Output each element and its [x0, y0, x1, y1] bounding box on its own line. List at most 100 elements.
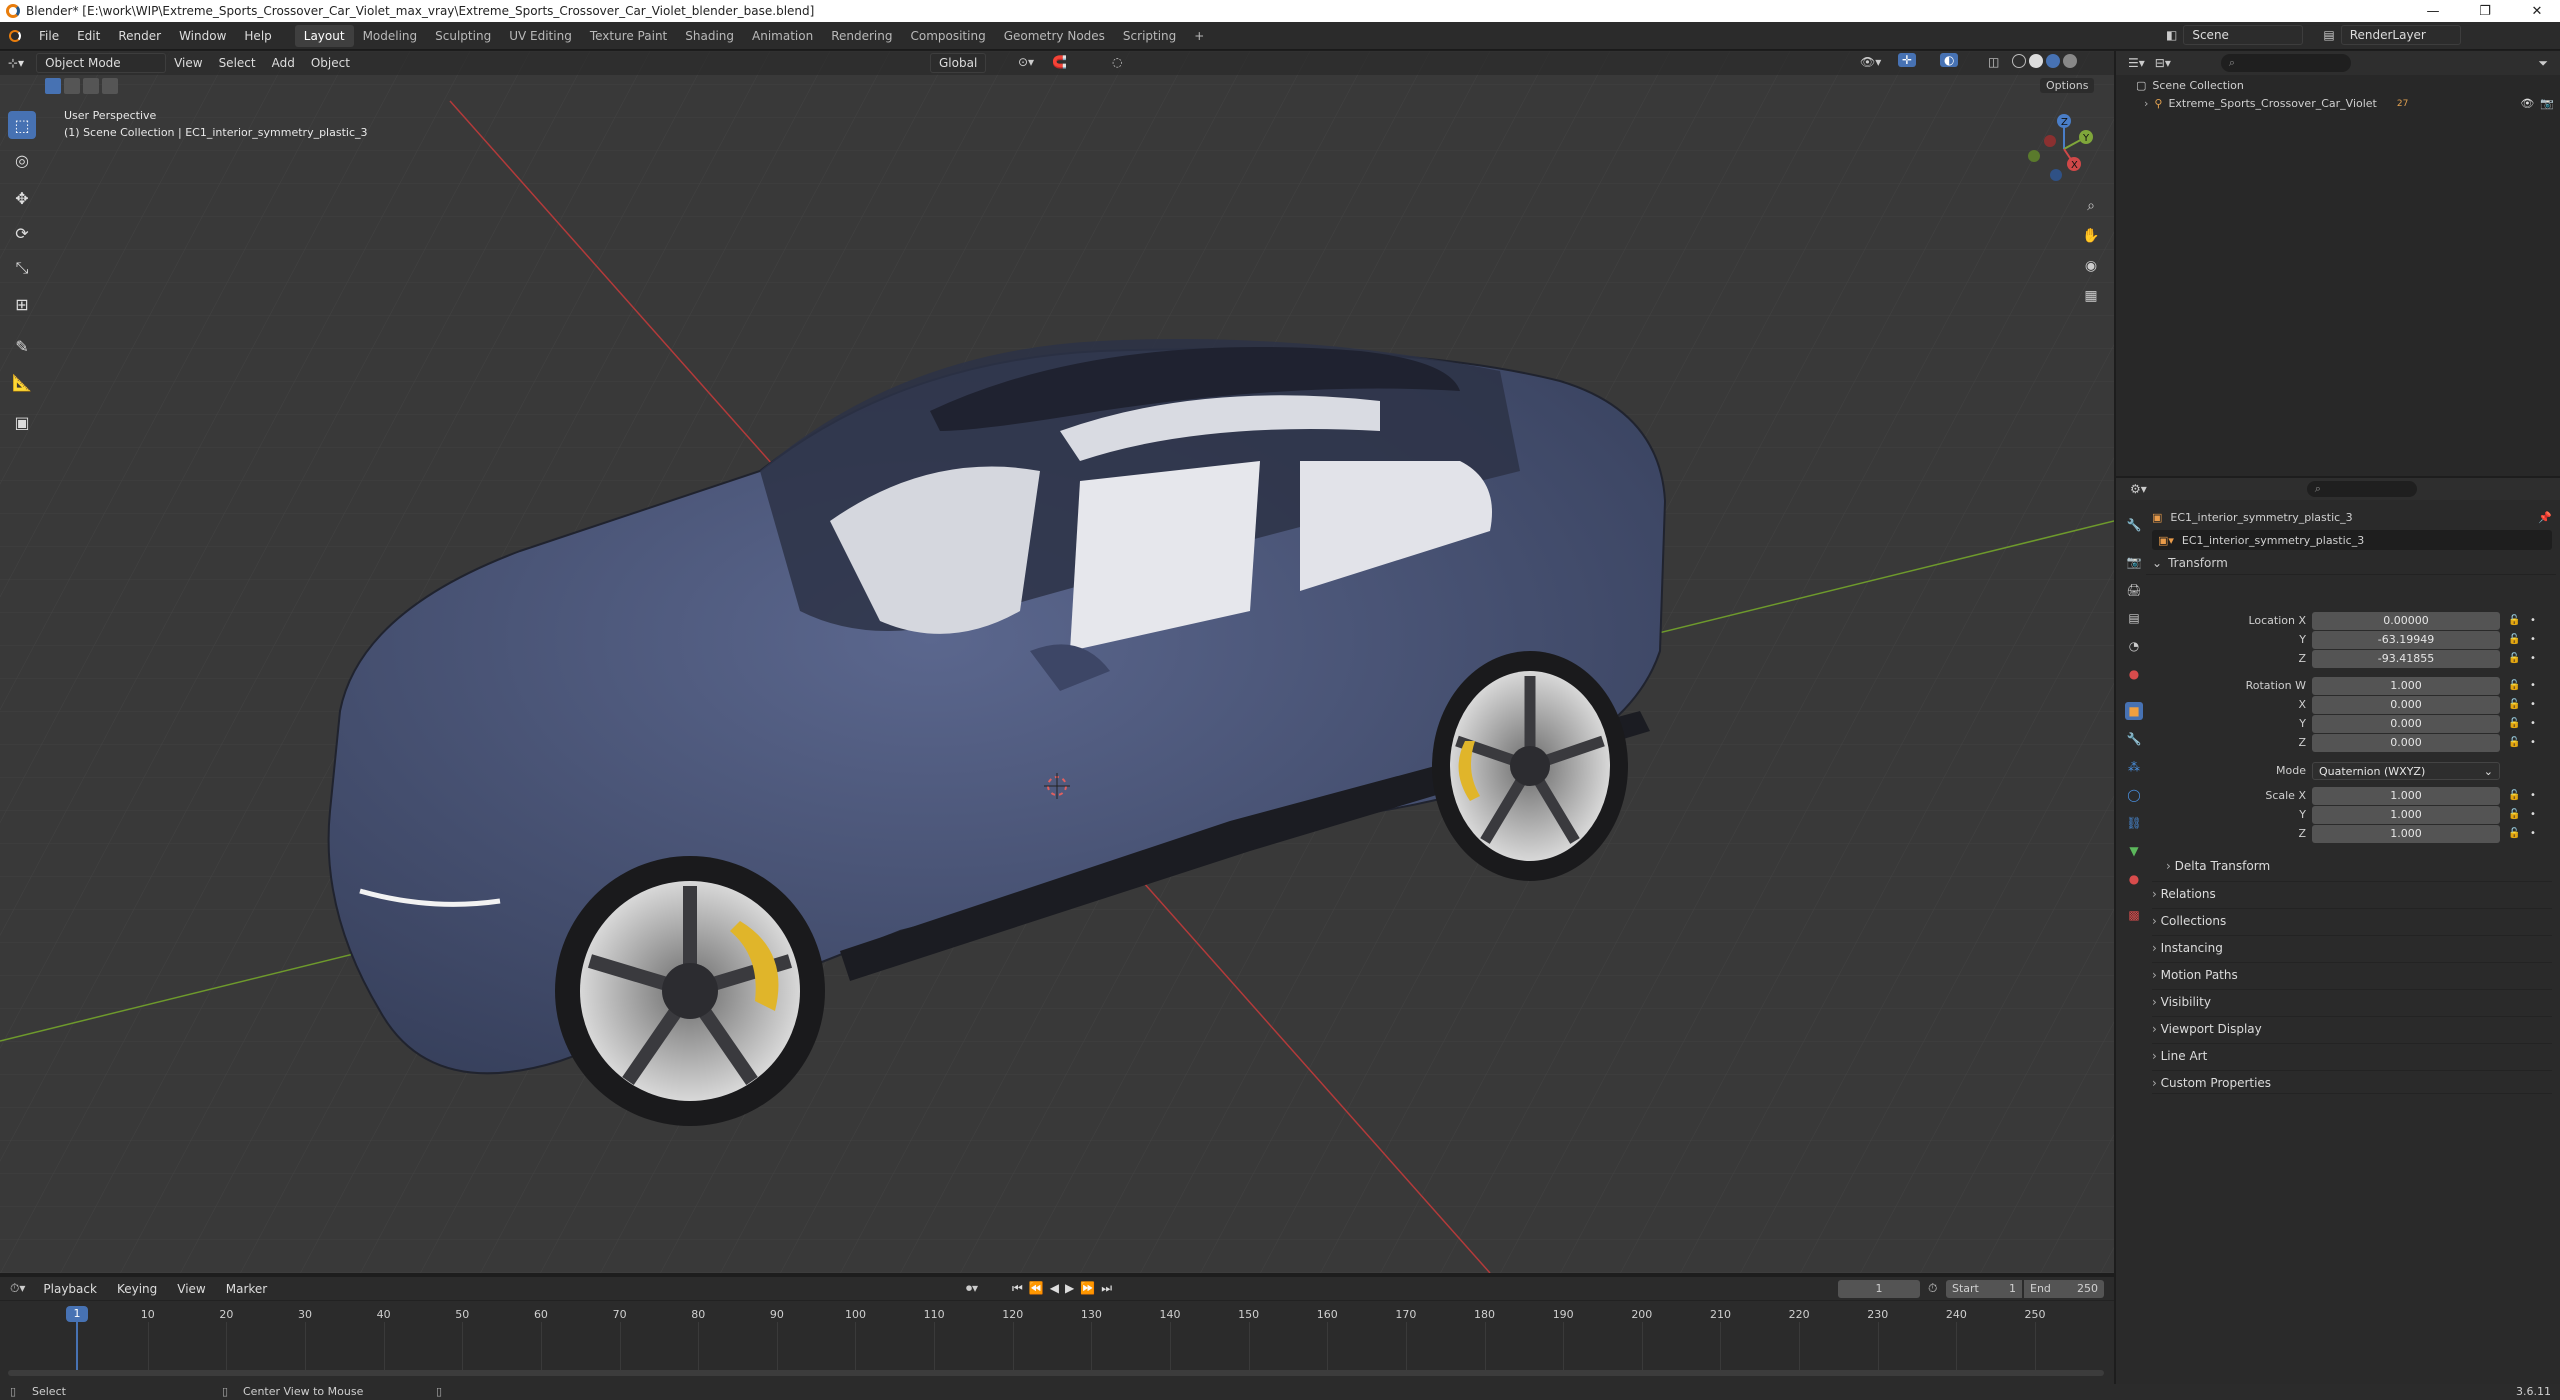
transform-tool-icon[interactable]: ⊞ [8, 290, 36, 318]
select-subtract-icon[interactable] [83, 78, 99, 94]
scale-y-field[interactable]: 1.000 [2312, 806, 2500, 824]
menu-marker[interactable]: Marker [218, 1279, 275, 1299]
transform-header[interactable]: Transform [2168, 556, 2228, 570]
rotation-w-field[interactable]: 1.000 [2312, 677, 2500, 695]
pan-hand-icon[interactable]: ✋ [2078, 223, 2104, 249]
editor-type-icon[interactable]: ⊹▾ [0, 53, 32, 73]
rotation-z-field[interactable]: 0.000 [2312, 734, 2500, 752]
panel-collections[interactable]: › Collections [2152, 908, 2552, 932]
solid-shading-icon[interactable] [2029, 54, 2043, 68]
play-reverse-icon[interactable]: ◀ [1050, 1281, 1059, 1296]
panel-instancing[interactable]: › Instancing [2152, 935, 2552, 959]
tab-uv-editing[interactable]: UV Editing [500, 25, 581, 47]
outliner-search-input[interactable]: ⌕ [2220, 54, 2351, 72]
start-frame-field[interactable]: Start 1 [1946, 1279, 2022, 1298]
menu-playback[interactable]: Playback [35, 1279, 105, 1299]
location-z-field[interactable]: -93.41855 [2312, 650, 2500, 668]
select-new-icon[interactable] [45, 78, 61, 94]
rotation-x-field[interactable]: 0.000 [2312, 696, 2500, 714]
visibility-icon[interactable]: 👁▾ [1860, 55, 1881, 69]
view-layer-tab-icon[interactable]: ▤ [2125, 609, 2143, 627]
keyframe-dot-icon[interactable]: • [2530, 825, 2536, 843]
tab-rendering[interactable]: Rendering [822, 25, 901, 47]
options-dropdown[interactable]: Options [2040, 78, 2095, 93]
annotate-tool-icon[interactable]: ✎ [8, 332, 36, 360]
keyframe-dot-icon[interactable]: • [2530, 787, 2536, 805]
world-tab-icon[interactable]: ● [2125, 665, 2143, 683]
stopwatch-icon[interactable]: ⏱ [1928, 1281, 1937, 1296]
jump-start-icon[interactable]: ⏮ [1012, 1281, 1023, 1296]
snap-icon[interactable]: 🧲 [1052, 55, 1067, 69]
xray-icon[interactable]: ◫ [1988, 55, 1999, 69]
camera-render-icon[interactable]: 📷 [2540, 97, 2554, 110]
menu-view[interactable]: View [166, 53, 210, 73]
tab-sculpting[interactable]: Sculpting [426, 25, 500, 47]
collapse-arrow-icon[interactable]: ⌄ [2152, 556, 2162, 570]
rendered-shading-icon[interactable] [2063, 54, 2077, 68]
tab-texture-paint[interactable]: Texture Paint [581, 25, 676, 47]
menu-select[interactable]: Select [211, 53, 264, 73]
autokey-record-icon[interactable]: ⏺▾ [966, 1281, 978, 1296]
menu-timeline-view[interactable]: View [169, 1279, 213, 1299]
select-intersect-icon[interactable] [102, 78, 118, 94]
lock-icon[interactable]: 🔓 [2508, 734, 2520, 752]
render-tab-icon[interactable]: 📷 [2125, 553, 2143, 571]
rotation-y-field[interactable]: 0.000 [2312, 715, 2500, 733]
select-extend-icon[interactable] [64, 78, 80, 94]
mode-selector[interactable]: Object Mode [36, 53, 167, 73]
lock-icon[interactable]: 🔓 [2508, 787, 2520, 805]
lock-icon[interactable]: 🔓 [2508, 806, 2520, 824]
rotation-mode-select[interactable]: Quaternion (WXYZ) ⌄ [2312, 762, 2500, 780]
pivot-icon[interactable]: ⊙▾ [1018, 55, 1034, 69]
particles-tab-icon[interactable]: ⁂ [2125, 758, 2143, 776]
transform-orientation-selector[interactable]: Global [930, 53, 987, 73]
scale-x-field[interactable]: 1.000 [2312, 787, 2500, 805]
physics-tab-icon[interactable]: ◯ [2125, 786, 2143, 804]
menu-add[interactable]: Add [264, 53, 303, 73]
scale-z-field[interactable]: 1.000 [2312, 825, 2500, 843]
object-type-icon[interactable]: ▣▾ [2158, 534, 2174, 547]
menu-file[interactable]: File [30, 22, 68, 50]
cursor-tool-icon[interactable]: ◎ [8, 146, 36, 174]
zoom-icon[interactable]: ⌕ [2078, 193, 2104, 219]
keyframe-dot-icon[interactable]: • [2530, 806, 2536, 824]
close-button[interactable]: ✕ [2514, 0, 2560, 22]
lock-icon[interactable]: 🔓 [2508, 696, 2520, 714]
current-frame-field[interactable]: 1 [1838, 1279, 1920, 1298]
end-frame-field[interactable]: End 250 [2024, 1279, 2104, 1298]
scene-tab-icon[interactable]: ◔ [2125, 637, 2143, 655]
minimize-button[interactable]: — [2410, 0, 2456, 22]
tab-modeling[interactable]: Modeling [354, 25, 427, 47]
keyframe-dot-icon[interactable]: • [2530, 650, 2536, 668]
menu-keying[interactable]: Keying [109, 1279, 165, 1299]
material-tab-icon[interactable]: ● [2125, 870, 2143, 888]
ortho-grid-icon[interactable]: ▦ [2078, 283, 2104, 309]
delta-transform-subpanel[interactable]: › Delta Transform [2166, 854, 2546, 878]
lock-icon[interactable]: 🔓 [2508, 612, 2520, 630]
timeline-editor-icon[interactable]: ⏱▾ [10, 1281, 25, 1296]
data-tab-icon[interactable]: ▼ [2125, 842, 2143, 860]
tool-tab-icon[interactable]: 🔧 [2125, 516, 2143, 534]
camera-view-icon[interactable]: ◉ [2078, 253, 2104, 279]
keyframe-dot-icon[interactable]: • [2530, 631, 2536, 649]
blender-menu-icon[interactable] [0, 29, 30, 42]
panel-motion-paths[interactable]: › Motion Paths [2152, 962, 2552, 986]
outliner-editor-icon[interactable]: ☰▾ [2128, 56, 2145, 70]
lock-icon[interactable]: 🔓 [2508, 715, 2520, 733]
expand-arrow-icon[interactable]: › [2144, 97, 2148, 110]
lock-icon[interactable]: 🔓 [2508, 825, 2520, 843]
jump-end-icon[interactable]: ⏭ [1101, 1281, 1112, 1296]
timeline-scrollbar[interactable] [8, 1370, 2104, 1376]
location-y-field[interactable]: -63.19949 [2312, 631, 2500, 649]
object-tab-icon[interactable]: ■ [2125, 702, 2143, 720]
lock-icon[interactable]: 🔓 [2508, 631, 2520, 649]
outliner-root[interactable]: Scene Collection [2152, 79, 2243, 92]
outliner-item[interactable]: Extreme_Sports_Crossover_Car_Violet [2168, 97, 2376, 110]
tab-shading[interactable]: Shading [676, 25, 743, 47]
output-tab-icon[interactable]: 🖨 [2125, 581, 2143, 599]
maximize-button[interactable]: ❐ [2462, 0, 2508, 22]
menu-help[interactable]: Help [235, 22, 280, 50]
keyframe-dot-icon[interactable]: • [2530, 734, 2536, 752]
pin-icon[interactable]: 📌 [2538, 511, 2552, 524]
wireframe-shading-icon[interactable] [2012, 54, 2026, 68]
